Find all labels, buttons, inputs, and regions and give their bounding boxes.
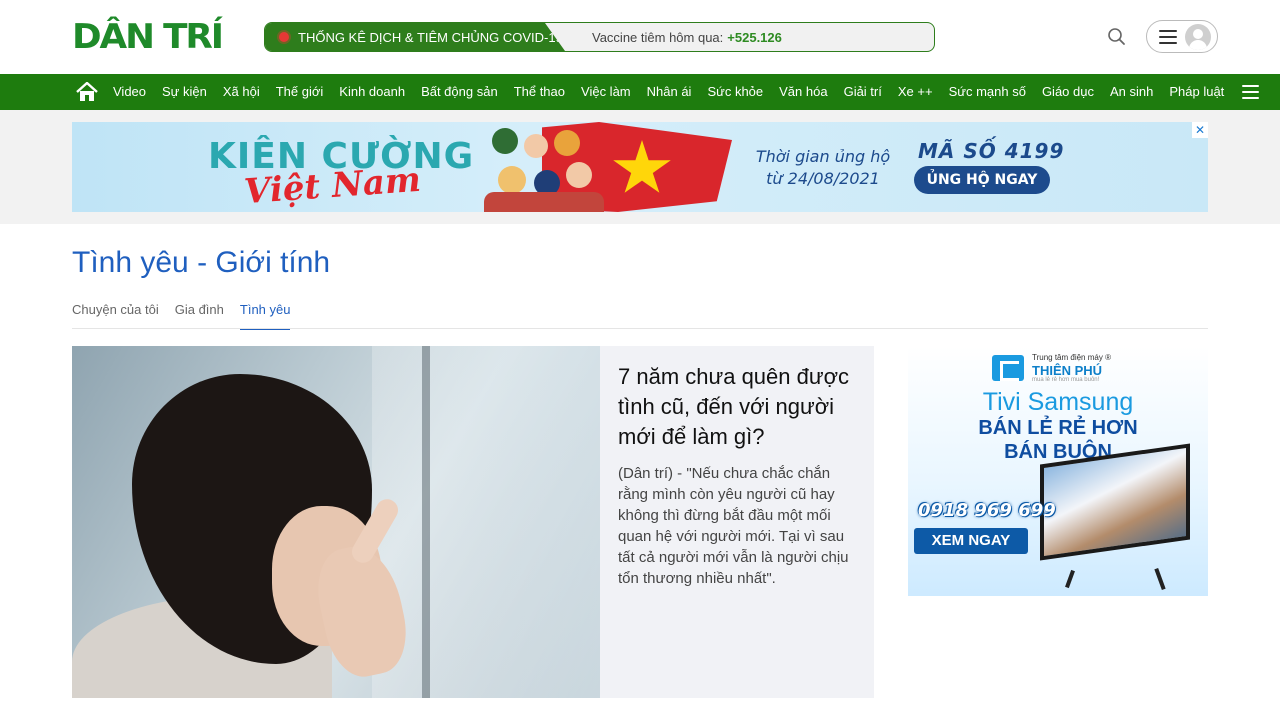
campaign-banner[interactable]: KIÊN CƯỜNG Việt Nam Thời gian ủng hộ từ … bbox=[72, 122, 1208, 212]
tab-item[interactable]: Chuyện của tôi bbox=[72, 300, 159, 330]
store-logo-icon bbox=[992, 355, 1024, 381]
covid-stats-title: THỐNG KÊ DỊCH & TIÊM CHỦNG COVID-19 bbox=[298, 29, 563, 45]
nav-item[interactable]: Pháp luật bbox=[1169, 74, 1224, 110]
nav-item[interactable]: Thế giới bbox=[276, 74, 324, 110]
banner-time-line1: Thời gian ủng hộ bbox=[755, 147, 891, 166]
featured-article[interactable]: 7 năm chưa quên được tình cũ, đến với ng… bbox=[72, 346, 874, 698]
vaccine-count: +525.126 bbox=[727, 29, 782, 45]
covid-stats-bar[interactable]: THỐNG KÊ DỊCH & TIÊM CHỦNG COVID-19 Vacc… bbox=[264, 22, 935, 52]
banner-time: Thời gian ủng hộ từ 24/08/2021 bbox=[748, 146, 898, 190]
nav-item[interactable]: Xã hội bbox=[223, 74, 260, 110]
home-icon bbox=[76, 81, 98, 101]
nav-more-menu-icon[interactable] bbox=[1242, 85, 1259, 99]
featured-article-image[interactable] bbox=[72, 346, 600, 698]
category-tabs: Chuyện của tôi Gia đình Tình yêu bbox=[72, 300, 306, 330]
search-icon bbox=[1108, 28, 1125, 45]
nav-item[interactable]: Việc làm bbox=[581, 74, 631, 110]
tv-image bbox=[1040, 443, 1190, 561]
ad-sub-line1: BÁN LẺ RẺ HƠN bbox=[978, 417, 1138, 439]
home-link[interactable] bbox=[76, 81, 98, 102]
nav-item[interactable]: Văn hóa bbox=[779, 74, 827, 110]
featured-article-summary: (Dân trí) - "Nếu chưa chắc chắn rằng mìn… bbox=[618, 465, 849, 587]
nav-item[interactable]: Kinh doanh bbox=[339, 74, 405, 110]
vaccine-stat: Vaccine tiêm hôm qua: +525.126 bbox=[592, 23, 782, 51]
donate-button[interactable]: ỦNG HỘ NGAY bbox=[914, 166, 1050, 194]
ad-headline: Tivi Samsung bbox=[982, 388, 1134, 416]
banner-area: KIÊN CƯỜNG Việt Nam Thời gian ủng hộ từ … bbox=[0, 110, 1280, 224]
nav-item[interactable]: Bất động sản bbox=[421, 74, 498, 110]
ad-view-button[interactable]: XEM NGAY bbox=[914, 528, 1028, 554]
nav-item[interactable]: Sức mạnh số bbox=[949, 74, 1026, 110]
logo-text: DÂN TRÍ bbox=[72, 17, 224, 57]
page-title: Tình yêu - Giới tính bbox=[72, 246, 331, 279]
tab-item[interactable]: Gia đình bbox=[175, 300, 224, 330]
ad-tagline: mua lẻ rẻ hơn mua buôn! bbox=[1032, 377, 1100, 383]
vaccine-label: Vaccine tiêm hôm qua: bbox=[592, 29, 724, 45]
nav-item[interactable]: Sức khỏe bbox=[707, 74, 763, 110]
main-nav: Video Sự kiện Xã hội Thế giới Kinh doanh Bất … bbox=[0, 74, 1280, 110]
people-illustration bbox=[484, 122, 604, 212]
nav-item[interactable]: Thể thao bbox=[514, 74, 565, 110]
tab-item[interactable]: Tình yêu bbox=[239, 300, 291, 330]
nav-item[interactable]: An sinh bbox=[1110, 74, 1153, 110]
tv-advertisement[interactable]: Trung tâm điện máy ® THIÊN PHÚ mua lẻ rẻ… bbox=[908, 346, 1208, 596]
covid-stats-label: THỐNG KÊ DỊCH & TIÊM CHỦNG COVID-19 bbox=[265, 23, 565, 51]
avatar bbox=[1185, 23, 1211, 50]
nav-item[interactable]: Xe ++ bbox=[898, 74, 933, 110]
nav-item[interactable]: Video bbox=[113, 74, 146, 110]
nav-items: Video Sự kiện Xã hội Thế giới Kinh doanh Bất … bbox=[113, 74, 1240, 110]
ad-brand: THIÊN PHÚ bbox=[1032, 363, 1103, 378]
nav-item[interactable]: Sự kiện bbox=[162, 74, 207, 110]
menu-icon bbox=[1159, 29, 1177, 44]
ad-phone: 0918 969 699 bbox=[918, 500, 1056, 521]
ad-brand-small: Trung tâm điện máy ® bbox=[1032, 353, 1111, 362]
nav-item[interactable]: Giáo dục bbox=[1042, 74, 1094, 110]
banner-time-line2: từ 24/08/2021 bbox=[766, 169, 880, 188]
user-menu-button[interactable] bbox=[1146, 20, 1218, 53]
live-dot-icon bbox=[279, 32, 289, 42]
banner-code: MÃ SỐ 4199 bbox=[918, 139, 1065, 163]
featured-article-title[interactable]: 7 năm chưa quên được tình cũ, đến với ng… bbox=[618, 362, 858, 452]
nav-item[interactable]: Nhân ái bbox=[647, 74, 692, 110]
search-button[interactable] bbox=[1104, 24, 1130, 50]
nav-item[interactable]: Giải trí bbox=[844, 74, 882, 110]
close-icon[interactable]: ✕ bbox=[1192, 122, 1208, 138]
site-logo[interactable]: DÂN TRÍ bbox=[72, 19, 226, 55]
site-header: DÂN TRÍ THỐNG KÊ DỊCH & TIÊM CHỦNG COVID… bbox=[0, 0, 1280, 74]
divider bbox=[72, 328, 1208, 329]
